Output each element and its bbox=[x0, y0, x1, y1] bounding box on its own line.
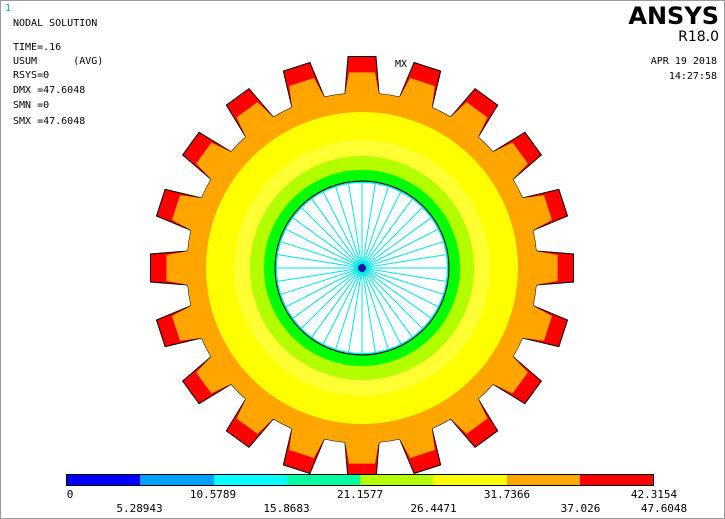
legend-label-top: 21.1577 bbox=[336, 488, 384, 501]
legend-label-top: 42.3154 bbox=[630, 488, 678, 501]
legend-label-bottom: 5.28943 bbox=[116, 502, 163, 515]
legend-swatch bbox=[67, 475, 141, 485]
legend-label-top: 0 bbox=[66, 488, 74, 501]
graphics-viewport[interactable]: 1 NODAL SOLUTION TIME=.16 USUM (AVG) RSY… bbox=[0, 0, 725, 519]
legend-label-top: 31.7366 bbox=[483, 488, 531, 501]
gear-contour-plot: MX bbox=[149, 55, 575, 481]
max-marker: MX bbox=[395, 59, 407, 70]
contour-legend-bar bbox=[66, 474, 654, 486]
legend-label-top: 10.5789 bbox=[189, 488, 237, 501]
legend-swatch bbox=[506, 475, 580, 485]
legend-swatch bbox=[360, 475, 434, 485]
gear-hub bbox=[274, 180, 450, 356]
hub-center-node bbox=[358, 264, 366, 272]
legend-label-bottom: 47.6048 bbox=[640, 502, 688, 515]
legend-label-bottom: 26.4471 bbox=[410, 502, 457, 515]
legend-swatch bbox=[140, 475, 214, 485]
legend-label-bottom: 37.026 bbox=[560, 502, 601, 515]
legend-label-bottom: 15.8683 bbox=[263, 502, 310, 515]
legend-swatch bbox=[579, 475, 653, 485]
legend-swatch bbox=[213, 475, 287, 485]
legend-swatch bbox=[433, 475, 507, 485]
legend-swatch bbox=[286, 475, 360, 485]
